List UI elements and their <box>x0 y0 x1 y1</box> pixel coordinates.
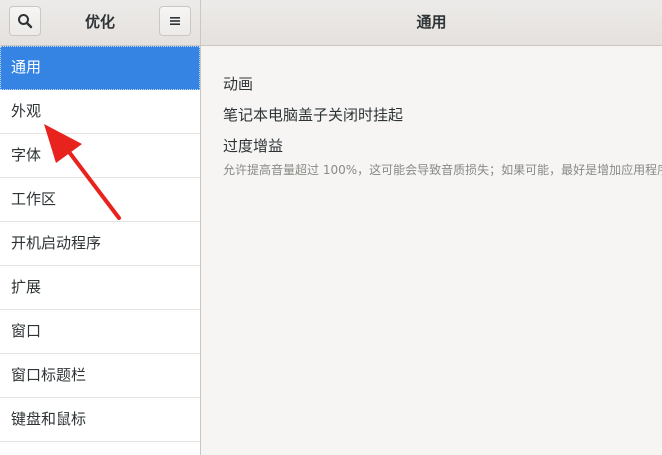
animations-setting-label: 动画 <box>223 75 254 93</box>
sidebar-item-window-titlebars[interactable]: 窗口标题栏 <box>0 354 200 398</box>
sidebar: 通用 外观 字体 工作区 开机启动程序 扩展 窗口 窗口标题栏 键盘和鼠标 <box>0 46 201 455</box>
page-title: 通用 <box>416 13 447 31</box>
sidebar-item-startup-applications[interactable]: 开机启动程序 <box>0 222 200 266</box>
search-icon <box>17 13 33 29</box>
sidebar-item-extensions[interactable]: 扩展 <box>0 266 200 310</box>
over-amplification-setting-label: 过度增益 <box>223 137 284 155</box>
sidebar-item-windows[interactable]: 窗口 <box>0 310 200 354</box>
sidebar-header: 优化 <box>0 0 201 46</box>
tweaks-window: 优化 通用 通用 外观 字体 工作区 开机启动程序 扩展 窗口 窗口标题栏 键盘… <box>0 0 662 455</box>
over-amplification-description: 允许提高音量超过 100%，这可能会导致音质损失；如果可能，最好是增加应用程序 <box>223 163 662 177</box>
lid-suspend-setting-label: 笔记本电脑盖子关闭时挂起 <box>223 106 404 124</box>
main-content: 动画 笔记本电脑盖子关闭时挂起 过度增益 允许提高音量超过 100%，这可能会导… <box>201 46 662 455</box>
sidebar-item-keyboard-mouse[interactable]: 键盘和鼠标 <box>0 398 200 442</box>
sidebar-item-general[interactable]: 通用 <box>0 46 200 90</box>
sidebar-item-fonts[interactable]: 字体 <box>0 134 200 178</box>
app-title: 优化 <box>84 13 115 31</box>
hamburger-menu-icon <box>168 14 182 28</box>
sidebar-item-workspaces[interactable]: 工作区 <box>0 178 200 222</box>
content-header: 通用 <box>201 0 662 46</box>
search-button[interactable] <box>9 6 41 36</box>
menu-button[interactable] <box>159 6 191 36</box>
sidebar-item-appearance[interactable]: 外观 <box>0 90 200 134</box>
